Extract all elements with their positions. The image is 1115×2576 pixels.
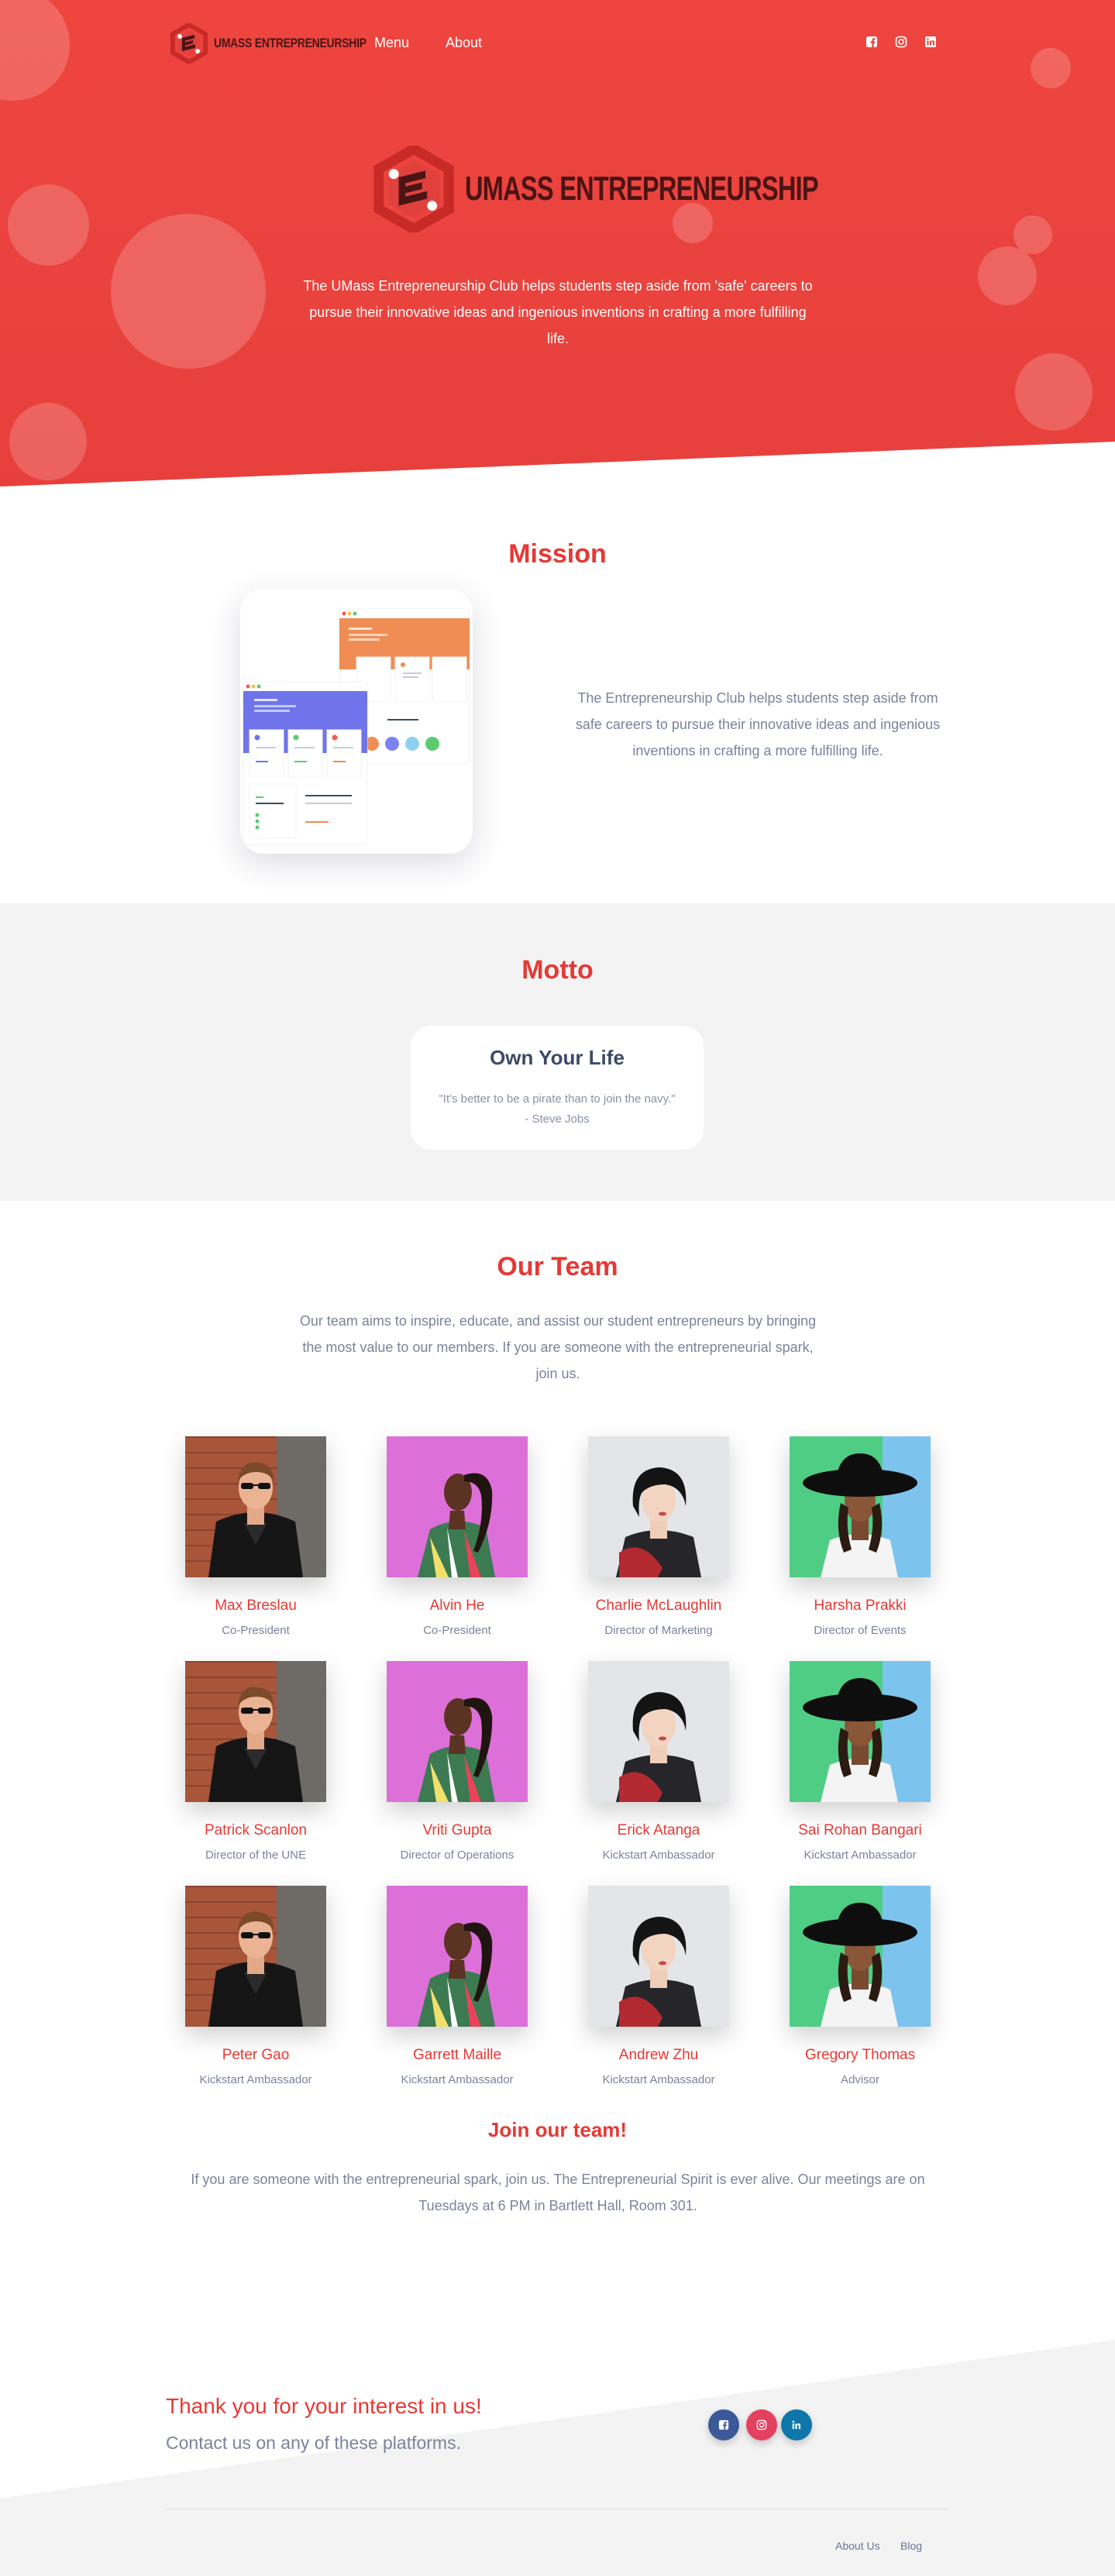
team-member-card: Andrew Zhu Kickstart Ambassador — [558, 1886, 759, 2095]
hero-brand-text: UMass Entrepreneurship — [465, 170, 819, 208]
member-name: Sai Rohan Bangari — [798, 1822, 922, 1838]
brand-logo-icon — [373, 146, 454, 232]
member-role: Advisor — [840, 2073, 880, 2086]
member-name: Patrick Scanlon — [204, 1822, 307, 1838]
motto-title: Motto — [521, 955, 594, 985]
member-role: Kickstart Ambassador — [602, 2073, 715, 2086]
mission-text: The Entrepreneurship Club helps students… — [575, 690, 941, 758]
member-role: Director of the UNE — [205, 1849, 307, 1862]
member-name: Garrett Maille — [412, 2047, 502, 2063]
decor-bubble — [978, 246, 1037, 305]
member-photo — [588, 1436, 729, 1577]
nav-about-link[interactable]: About — [446, 35, 482, 51]
member-name: Erick Atanga — [617, 1822, 700, 1838]
member-name: Gregory Thomas — [804, 2047, 916, 2063]
hero-banner: UMass Entrepreneurship Menu About UMass … — [0, 0, 1115, 487]
decor-bubble — [111, 214, 266, 369]
team-member-card: Sai Rohan Bangari Kickstart Ambassador — [759, 1661, 961, 1870]
member-role: Co-President — [222, 1624, 290, 1637]
member-photo — [185, 1886, 326, 2027]
mission-title: Mission — [508, 539, 607, 569]
nav-brand-text: UMass Entrepreneurship — [214, 36, 367, 50]
member-photo — [588, 1886, 729, 2027]
team-member-card: Vriti Gupta Director of Operations — [356, 1661, 558, 1870]
member-role: Co-President — [423, 1624, 491, 1637]
hero-description: The UMass Entrepreneurship Club helps st… — [303, 278, 813, 346]
motto-card: Own Your Life "It's better to be a pirat… — [411, 1026, 704, 1150]
team-member-card: Gregory Thomas Advisor — [759, 1886, 961, 2095]
member-name: Vriti Gupta — [422, 1822, 492, 1838]
member-role: Director of Operations — [400, 1849, 514, 1862]
team-member-card: Peter Gao Kickstart Ambassador — [155, 1886, 356, 2095]
facebook-icon[interactable] — [866, 36, 878, 48]
decor-bubble — [8, 184, 89, 266]
team-member-card: Patrick Scanlon Director of the UNE — [155, 1661, 356, 1870]
quote-author: - Steve Jobs — [525, 1113, 590, 1126]
member-photo — [387, 1661, 528, 1802]
member-photo — [387, 1886, 528, 2027]
footer-background — [0, 2340, 1115, 2576]
member-photo — [588, 1661, 729, 1802]
nav-brand-logo[interactable]: UMass Entrepreneurship — [169, 23, 400, 64]
member-role: Kickstart Ambassador — [401, 2073, 514, 2086]
member-name: Andrew Zhu — [618, 2047, 699, 2063]
footer-contact: Contact us on any of these platforms. — [166, 2433, 461, 2453]
motto-quote: "It's better to be a pirate than to join… — [411, 1089, 704, 1130]
team-member-card: Alvin He Co-President — [356, 1436, 558, 1646]
member-name: Peter Gao — [222, 2047, 290, 2063]
brand-logo-icon — [170, 23, 208, 64]
instagram-icon[interactable] — [746, 2409, 777, 2440]
member-role: Director of Marketing — [604, 1624, 713, 1637]
team-member-card: Erick Atanga Kickstart Ambassador — [558, 1661, 759, 1870]
decor-bubble — [1015, 353, 1093, 431]
team-member-card: Max Breslau Co-President — [155, 1436, 356, 1646]
linkedin-icon[interactable] — [924, 36, 937, 48]
member-name: Harsha Prakki — [814, 1598, 907, 1614]
member-photo — [790, 1886, 931, 2027]
join-text: If you are someone with the entrepreneur… — [191, 2172, 925, 2213]
footer-link-blog[interactable]: Blog — [900, 2540, 922, 2552]
member-role: Kickstart Ambassador — [602, 1849, 715, 1862]
member-role: Director of Events — [814, 1624, 907, 1637]
team-title: Our Team — [497, 1252, 618, 1281]
member-photo — [185, 1661, 326, 1802]
member-photo — [790, 1436, 931, 1577]
member-name: Alvin He — [429, 1598, 485, 1614]
member-photo — [185, 1436, 326, 1577]
member-role: Kickstart Ambassador — [199, 2073, 312, 2086]
linkedin-icon[interactable] — [781, 2409, 812, 2440]
team-member-card: Garrett Maille Kickstart Ambassador — [356, 1886, 558, 2095]
footer-link-about-us[interactable]: About Us — [835, 2540, 880, 2552]
hero-brand-logo: UMass Entrepreneurship — [370, 146, 942, 232]
instagram-icon[interactable] — [895, 36, 907, 48]
motto-heading: Own Your Life — [490, 1046, 625, 1069]
member-photo — [790, 1661, 931, 1802]
member-name: Max Breslau — [215, 1598, 297, 1614]
nav-menu-link[interactable]: Menu — [374, 35, 409, 51]
team-member-card: Charlie McLaughlin Director of Marketing — [558, 1436, 759, 1646]
member-name: Charlie McLaughlin — [595, 1598, 722, 1614]
facebook-icon[interactable] — [708, 2409, 739, 2440]
decor-bubble — [1013, 215, 1052, 254]
join-title: Join our team! — [487, 2118, 628, 2141]
top-navbar: UMass Entrepreneurship Menu About — [0, 0, 1115, 87]
member-role: Kickstart Ambassador — [804, 1849, 917, 1862]
team-member-card: Harsha Prakki Director of Events — [759, 1436, 961, 1646]
team-intro: Our team aims to inspire, educate, and a… — [299, 1313, 817, 1381]
member-photo — [387, 1436, 528, 1577]
mission-illustration — [240, 589, 473, 854]
decor-bubble — [9, 403, 87, 480]
quote-text: "It's better to be a pirate than to join… — [439, 1092, 676, 1106]
footer-thanks: Thank you for your interest in us! — [166, 2394, 482, 2418]
